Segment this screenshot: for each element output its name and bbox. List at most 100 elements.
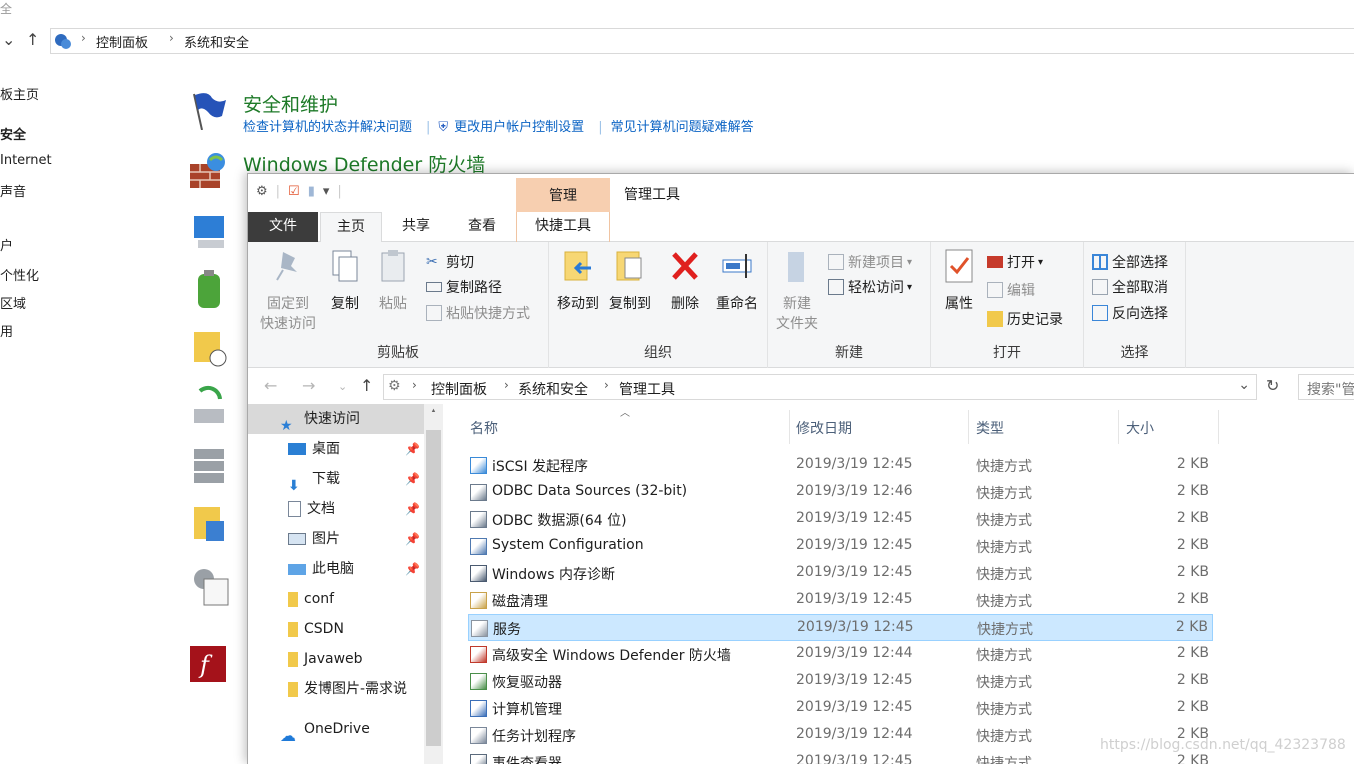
background-address-bar[interactable]: › 控制面板 › 系统和安全 bbox=[50, 28, 1354, 54]
copy-button[interactable]: 复制 bbox=[324, 248, 366, 314]
explorer-window: ⚙ | ☑ ▮ ▾ | 管理 管理工具 文件 主页 共享 查看 快捷工具 固定到… bbox=[247, 173, 1354, 764]
refresh-icon[interactable]: ↻ bbox=[1266, 376, 1279, 395]
tab-home[interactable]: 主页 bbox=[320, 212, 382, 243]
tab-shortcut-tools[interactable]: 快捷工具 bbox=[516, 212, 610, 242]
pin-icon[interactable]: 📌 bbox=[405, 472, 420, 486]
tab-file[interactable]: 文件 bbox=[248, 212, 318, 242]
nav-quick-access[interactable]: ★ 快速访问 bbox=[280, 404, 360, 434]
troubleshoot-link[interactable]: 常见计算机问题疑难解答 bbox=[611, 120, 754, 135]
recent-dropdown-icon[interactable]: ⌄ bbox=[338, 380, 347, 393]
address-crumb-admin-tools[interactable]: 管理工具 bbox=[619, 379, 675, 399]
left-nav-user[interactable]: 户 bbox=[0, 235, 13, 254]
select-all-button[interactable]: 全部选择 bbox=[1092, 252, 1168, 272]
address-crumb-system-security[interactable]: 系统和安全 bbox=[518, 379, 588, 399]
pin-icon[interactable]: 📌 bbox=[405, 502, 420, 516]
file-row[interactable]: 磁盘清理 2019/3/19 12:45 快捷方式 2 KB bbox=[468, 587, 1213, 614]
pin-icon[interactable]: 📌 bbox=[405, 532, 420, 546]
address-dropdown-icon[interactable]: ⌄ bbox=[1238, 377, 1250, 393]
delete-x-icon bbox=[672, 252, 698, 280]
history-button[interactable]: 历史记录 bbox=[987, 309, 1063, 329]
file-row[interactable]: iSCSI 发起程序 2019/3/19 12:45 快捷方式 2 KB bbox=[468, 452, 1213, 479]
nav-pictures[interactable]: 图片 bbox=[288, 524, 340, 554]
search-input[interactable]: 搜索"管 bbox=[1298, 374, 1354, 400]
paste-shortcut-button[interactable]: 粘贴快捷方式 bbox=[426, 303, 530, 323]
address-bar[interactable]: ⚙ › 控制面板 › 系统和安全 › 管理工具 ⌄ bbox=[383, 374, 1257, 400]
left-nav-personalize[interactable]: 个性化 bbox=[0, 265, 39, 284]
pin-icon[interactable]: 📌 bbox=[405, 442, 420, 456]
new-folder-button[interactable]: 新建 文件夹 bbox=[772, 248, 822, 334]
copy-path-button[interactable]: 复制路径 bbox=[426, 277, 502, 297]
nav-folder-csdn[interactable]: CSDN bbox=[288, 614, 344, 644]
file-name: 事件查看器 bbox=[492, 756, 562, 764]
column-header-name[interactable]: 名称 bbox=[470, 418, 498, 438]
nav-downloads[interactable]: ⬇ 下载 bbox=[288, 464, 340, 494]
file-row[interactable]: ODBC 数据源(64 位) 2019/3/19 12:45 快捷方式 2 KB bbox=[468, 506, 1213, 533]
breadcrumb-control-panel[interactable]: 控制面板 bbox=[96, 32, 148, 51]
properties-button[interactable]: 属性 bbox=[939, 248, 979, 314]
uac-settings-link[interactable]: 更改用户帐户控制设置 bbox=[454, 120, 584, 135]
forward-arrow-icon[interactable]: → bbox=[302, 376, 315, 395]
back-arrow-icon[interactable]: ← bbox=[264, 376, 277, 395]
file-date: 2019/3/19 12:45 bbox=[796, 672, 913, 688]
nav-documents[interactable]: 文档 bbox=[288, 494, 335, 524]
left-nav-sound[interactable]: 声音 bbox=[0, 181, 26, 200]
left-nav-region[interactable]: 区域 bbox=[0, 293, 26, 312]
left-nav-internet[interactable]: Internet bbox=[0, 153, 52, 168]
nav-scrollbar-thumb[interactable] bbox=[426, 430, 441, 746]
file-row[interactable]: 服务 2019/3/19 12:45 快捷方式 2 KB bbox=[468, 614, 1213, 641]
file-name: 任务计划程序 bbox=[492, 729, 576, 745]
group-label-organize: 组织 bbox=[644, 345, 672, 361]
select-none-button[interactable]: 全部取消 bbox=[1092, 277, 1168, 297]
edit-button[interactable]: 编辑 bbox=[987, 280, 1035, 300]
invert-selection-button[interactable]: 反向选择 bbox=[1092, 303, 1168, 323]
nav-folder-blog-images[interactable]: 发博图片-需求说 bbox=[288, 674, 424, 704]
easy-access-button[interactable]: 轻松访问 ▾ bbox=[828, 277, 912, 297]
nav-desktop[interactable]: 桌面 bbox=[288, 434, 340, 464]
shortcut-icon bbox=[470, 511, 487, 528]
new-item-button[interactable]: 新建项目 ▾ bbox=[828, 252, 912, 272]
tab-share[interactable]: 共享 bbox=[388, 212, 444, 242]
pin-quick-access-button[interactable]: 固定到 快速访问 bbox=[256, 248, 320, 334]
category-title[interactable]: 安全和维护 bbox=[243, 90, 338, 117]
tab-view[interactable]: 查看 bbox=[454, 212, 510, 242]
file-row[interactable]: 高级安全 Windows Defender 防火墙 2019/3/19 12:44… bbox=[468, 641, 1213, 668]
nav-this-pc[interactable]: 此电脑 bbox=[288, 554, 354, 584]
open-button[interactable]: 打开 ▾ bbox=[987, 252, 1043, 272]
context-tab-manage[interactable]: 管理 bbox=[516, 178, 610, 212]
up-arrow-icon[interactable]: ↑ bbox=[26, 30, 39, 49]
pin-icon[interactable]: 📌 bbox=[405, 562, 420, 576]
left-nav-home[interactable]: 板主页 bbox=[0, 84, 39, 103]
rename-button[interactable]: 重命名 bbox=[709, 248, 765, 314]
file-date: 2019/3/19 12:44 bbox=[796, 645, 913, 661]
this-pc-icon bbox=[288, 563, 306, 575]
properties-qat-icon[interactable]: ☑ bbox=[288, 184, 300, 199]
column-header-size[interactable]: 大小 bbox=[1126, 418, 1154, 438]
file-row[interactable]: 计算机管理 2019/3/19 12:45 快捷方式 2 KB bbox=[468, 695, 1213, 722]
cut-button[interactable]: ✂ 剪切 bbox=[426, 252, 474, 272]
column-header-type[interactable]: 类型 bbox=[976, 418, 1004, 438]
file-name: 计算机管理 bbox=[492, 702, 562, 718]
breadcrumb-system-security[interactable]: 系统和安全 bbox=[184, 32, 249, 51]
left-nav-security[interactable]: 安全 bbox=[0, 124, 26, 143]
qat-dropdown-icon[interactable]: ▾ bbox=[323, 184, 330, 199]
backup-icon bbox=[194, 385, 224, 423]
left-nav-apps[interactable]: 用 bbox=[0, 321, 13, 340]
move-to-button[interactable]: 移动到 bbox=[553, 248, 603, 314]
file-row[interactable]: Windows 内存诊断 2019/3/19 12:45 快捷方式 2 KB bbox=[468, 560, 1213, 587]
nav-folder-conf[interactable]: conf bbox=[288, 584, 334, 614]
paste-button[interactable]: 粘贴 bbox=[372, 248, 414, 314]
file-row[interactable]: ODBC Data Sources (32-bit) 2019/3/19 12:4… bbox=[468, 479, 1213, 506]
new-folder-qat-icon[interactable]: ▮ bbox=[308, 184, 315, 199]
file-row[interactable]: System Configuration 2019/3/19 12:45 快捷方式 2… bbox=[468, 533, 1213, 560]
shortcut-icon bbox=[470, 457, 487, 474]
column-header-date[interactable]: 修改日期 bbox=[796, 418, 852, 438]
check-status-link[interactable]: 检查计算机的状态并解决问题 bbox=[243, 120, 412, 135]
file-row[interactable]: 恢复驱动器 2019/3/19 12:45 快捷方式 2 KB bbox=[468, 668, 1213, 695]
copy-to-button[interactable]: 复制到 bbox=[605, 248, 655, 314]
chevron-down-icon[interactable]: ⌄ bbox=[2, 30, 15, 49]
up-arrow-icon[interactable]: ↑ bbox=[360, 376, 373, 395]
address-crumb-control-panel[interactable]: 控制面板 bbox=[431, 379, 487, 399]
nav-folder-javaweb[interactable]: Javaweb bbox=[288, 644, 363, 674]
delete-button[interactable]: 删除 bbox=[665, 248, 705, 314]
nav-onedrive[interactable]: ☁ OneDrive bbox=[280, 714, 370, 745]
